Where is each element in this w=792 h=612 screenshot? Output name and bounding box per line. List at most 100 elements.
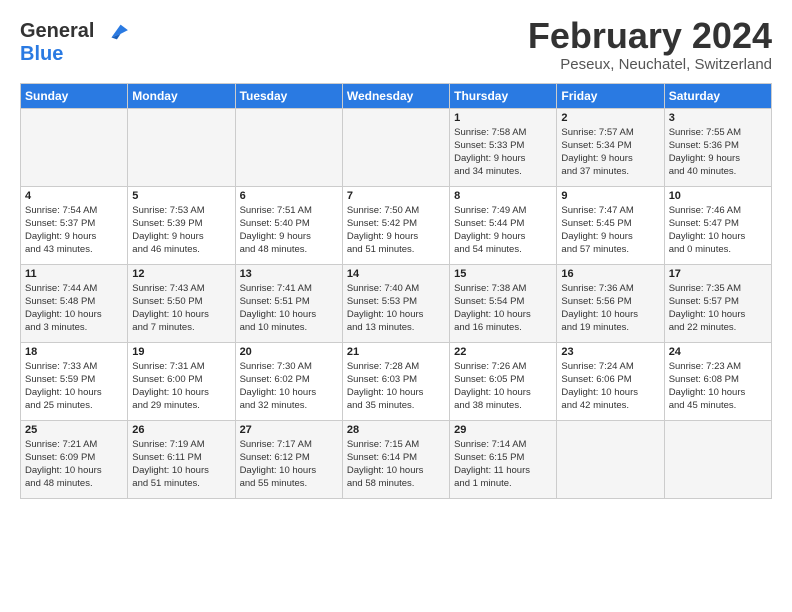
day-cell: 25Sunrise: 7:21 AM Sunset: 6:09 PM Dayli… bbox=[21, 420, 128, 498]
day-number: 4 bbox=[25, 190, 123, 202]
day-info: Sunrise: 7:15 AM Sunset: 6:14 PM Dayligh… bbox=[347, 438, 445, 491]
day-info: Sunrise: 7:31 AM Sunset: 6:00 PM Dayligh… bbox=[132, 360, 230, 413]
week-row-1: 1 Sunrise: 7:58 AM Sunset: 5:33 PM Daylig… bbox=[21, 108, 772, 186]
day-cell: 29 Sunrise: 7:14 AM Sunset: 6:15 PM Dayli… bbox=[450, 420, 557, 498]
day-cell: 22 Sunrise: 7:26 AM Sunset: 6:05 PM Dayli… bbox=[450, 342, 557, 420]
calendar-table: SundayMondayTuesdayWednesdayThursdayFrid… bbox=[20, 83, 772, 499]
day-cell: 14 Sunrise: 7:40 AM Sunset: 5:53 PM Dayli… bbox=[342, 264, 449, 342]
day-info: Sunrise: 7:35 AM Sunset: 5:57 PM Dayligh… bbox=[669, 282, 767, 335]
day-number: 7 bbox=[347, 190, 445, 202]
day-info: Sunrise: 7:40 AM Sunset: 5:53 PM Dayligh… bbox=[347, 282, 445, 335]
col-header-wednesday: Wednesday bbox=[342, 83, 449, 108]
day-cell: 1 Sunrise: 7:58 AM Sunset: 5:33 PM Daylig… bbox=[450, 108, 557, 186]
day-cell: 7 Sunrise: 7:50 AM Sunset: 5:42 PM Daylig… bbox=[342, 186, 449, 264]
day-cell bbox=[21, 108, 128, 186]
day-number: 13 bbox=[240, 268, 338, 280]
day-number: 21 bbox=[347, 346, 445, 358]
day-number: 23 bbox=[561, 346, 659, 358]
day-number: 14 bbox=[347, 268, 445, 280]
col-header-tuesday: Tuesday bbox=[235, 83, 342, 108]
col-header-saturday: Saturday bbox=[664, 83, 771, 108]
day-info: Sunrise: 7:41 AM Sunset: 5:51 PM Dayligh… bbox=[240, 282, 338, 335]
day-cell: 28 Sunrise: 7:15 AM Sunset: 6:14 PM Dayli… bbox=[342, 420, 449, 498]
day-cell bbox=[128, 108, 235, 186]
page-container: General Blue February 2024 Peseux, Neuch… bbox=[0, 0, 792, 509]
day-cell: 20 Sunrise: 7:30 AM Sunset: 6:02 PM Dayli… bbox=[235, 342, 342, 420]
day-cell: 3 Sunrise: 7:55 AM Sunset: 5:36 PM Daylig… bbox=[664, 108, 771, 186]
day-number: 18 bbox=[25, 346, 123, 358]
day-info: Sunrise: 7:23 AM Sunset: 6:08 PM Dayligh… bbox=[669, 360, 767, 413]
day-info: Sunrise: 7:47 AM Sunset: 5:45 PM Dayligh… bbox=[561, 204, 659, 257]
day-cell: 9 Sunrise: 7:47 AM Sunset: 5:45 PM Daylig… bbox=[557, 186, 664, 264]
day-info: Sunrise: 7:49 AM Sunset: 5:44 PM Dayligh… bbox=[454, 204, 552, 257]
day-cell: 17Sunrise: 7:35 AM Sunset: 5:57 PM Dayli… bbox=[664, 264, 771, 342]
day-number: 9 bbox=[561, 190, 659, 202]
day-number: 26 bbox=[132, 424, 230, 436]
logo-bird-icon bbox=[102, 21, 130, 43]
day-cell bbox=[557, 420, 664, 498]
week-row-5: 25Sunrise: 7:21 AM Sunset: 6:09 PM Dayli… bbox=[21, 420, 772, 498]
day-info: Sunrise: 7:38 AM Sunset: 5:54 PM Dayligh… bbox=[454, 282, 552, 335]
day-number: 6 bbox=[240, 190, 338, 202]
day-cell: 16Sunrise: 7:36 AM Sunset: 5:56 PM Dayli… bbox=[557, 264, 664, 342]
day-info: Sunrise: 7:53 AM Sunset: 5:39 PM Dayligh… bbox=[132, 204, 230, 257]
day-number: 3 bbox=[669, 112, 767, 124]
day-info: Sunrise: 7:58 AM Sunset: 5:33 PM Dayligh… bbox=[454, 126, 552, 179]
week-row-2: 4 Sunrise: 7:54 AM Sunset: 5:37 PM Daylig… bbox=[21, 186, 772, 264]
day-cell: 8 Sunrise: 7:49 AM Sunset: 5:44 PM Daylig… bbox=[450, 186, 557, 264]
col-header-thursday: Thursday bbox=[450, 83, 557, 108]
day-cell: 12 Sunrise: 7:43 AM Sunset: 5:50 PM Dayli… bbox=[128, 264, 235, 342]
day-cell: 15 Sunrise: 7:38 AM Sunset: 5:54 PM Dayli… bbox=[450, 264, 557, 342]
header-area: General Blue February 2024 Peseux, Neuch… bbox=[20, 16, 772, 73]
day-cell: 21Sunrise: 7:28 AM Sunset: 6:03 PM Dayli… bbox=[342, 342, 449, 420]
day-info: Sunrise: 7:44 AM Sunset: 5:48 PM Dayligh… bbox=[25, 282, 123, 335]
day-cell: 11Sunrise: 7:44 AM Sunset: 5:48 PM Dayli… bbox=[21, 264, 128, 342]
day-number: 10 bbox=[669, 190, 767, 202]
week-row-3: 11Sunrise: 7:44 AM Sunset: 5:48 PM Dayli… bbox=[21, 264, 772, 342]
day-number: 15 bbox=[454, 268, 552, 280]
day-info: Sunrise: 7:26 AM Sunset: 6:05 PM Dayligh… bbox=[454, 360, 552, 413]
day-cell: 23Sunrise: 7:24 AM Sunset: 6:06 PM Dayli… bbox=[557, 342, 664, 420]
day-cell: 5Sunrise: 7:53 AM Sunset: 5:39 PM Daylig… bbox=[128, 186, 235, 264]
day-info: Sunrise: 7:50 AM Sunset: 5:42 PM Dayligh… bbox=[347, 204, 445, 257]
day-cell: 2 Sunrise: 7:57 AM Sunset: 5:34 PM Daylig… bbox=[557, 108, 664, 186]
day-number: 19 bbox=[132, 346, 230, 358]
day-cell bbox=[342, 108, 449, 186]
col-header-monday: Monday bbox=[128, 83, 235, 108]
day-info: Sunrise: 7:55 AM Sunset: 5:36 PM Dayligh… bbox=[669, 126, 767, 179]
day-cell: 4 Sunrise: 7:54 AM Sunset: 5:37 PM Daylig… bbox=[21, 186, 128, 264]
day-info: Sunrise: 7:14 AM Sunset: 6:15 PM Dayligh… bbox=[454, 438, 552, 491]
day-cell: 6 Sunrise: 7:51 AM Sunset: 5:40 PM Daylig… bbox=[235, 186, 342, 264]
calendar-subtitle: Peseux, Neuchatel, Switzerland bbox=[528, 56, 772, 73]
day-number: 1 bbox=[454, 112, 552, 124]
logo-blue: Blue bbox=[20, 43, 130, 66]
day-number: 20 bbox=[240, 346, 338, 358]
day-cell: 13 Sunrise: 7:41 AM Sunset: 5:51 PM Dayli… bbox=[235, 264, 342, 342]
day-number: 12 bbox=[132, 268, 230, 280]
day-number: 8 bbox=[454, 190, 552, 202]
day-cell: 19 Sunrise: 7:31 AM Sunset: 6:00 PM Dayli… bbox=[128, 342, 235, 420]
day-info: Sunrise: 7:46 AM Sunset: 5:47 PM Dayligh… bbox=[669, 204, 767, 257]
day-number: 28 bbox=[347, 424, 445, 436]
day-number: 22 bbox=[454, 346, 552, 358]
day-cell: 24 Sunrise: 7:23 AM Sunset: 6:08 PM Dayli… bbox=[664, 342, 771, 420]
day-info: Sunrise: 7:54 AM Sunset: 5:37 PM Dayligh… bbox=[25, 204, 123, 257]
col-header-sunday: Sunday bbox=[21, 83, 128, 108]
day-number: 25 bbox=[25, 424, 123, 436]
day-number: 29 bbox=[454, 424, 552, 436]
day-info: Sunrise: 7:43 AM Sunset: 5:50 PM Dayligh… bbox=[132, 282, 230, 335]
day-number: 27 bbox=[240, 424, 338, 436]
day-info: Sunrise: 7:19 AM Sunset: 6:11 PM Dayligh… bbox=[132, 438, 230, 491]
day-info: Sunrise: 7:51 AM Sunset: 5:40 PM Dayligh… bbox=[240, 204, 338, 257]
week-row-4: 18Sunrise: 7:33 AM Sunset: 5:59 PM Dayli… bbox=[21, 342, 772, 420]
day-cell: 27 Sunrise: 7:17 AM Sunset: 6:12 PM Dayli… bbox=[235, 420, 342, 498]
day-cell: 10 Sunrise: 7:46 AM Sunset: 5:47 PM Dayli… bbox=[664, 186, 771, 264]
day-cell bbox=[235, 108, 342, 186]
day-info: Sunrise: 7:17 AM Sunset: 6:12 PM Dayligh… bbox=[240, 438, 338, 491]
header-row: SundayMondayTuesdayWednesdayThursdayFrid… bbox=[21, 83, 772, 108]
day-info: Sunrise: 7:30 AM Sunset: 6:02 PM Dayligh… bbox=[240, 360, 338, 413]
day-number: 24 bbox=[669, 346, 767, 358]
day-number: 2 bbox=[561, 112, 659, 124]
calendar-title: February 2024 bbox=[528, 16, 772, 56]
day-info: Sunrise: 7:57 AM Sunset: 5:34 PM Dayligh… bbox=[561, 126, 659, 179]
